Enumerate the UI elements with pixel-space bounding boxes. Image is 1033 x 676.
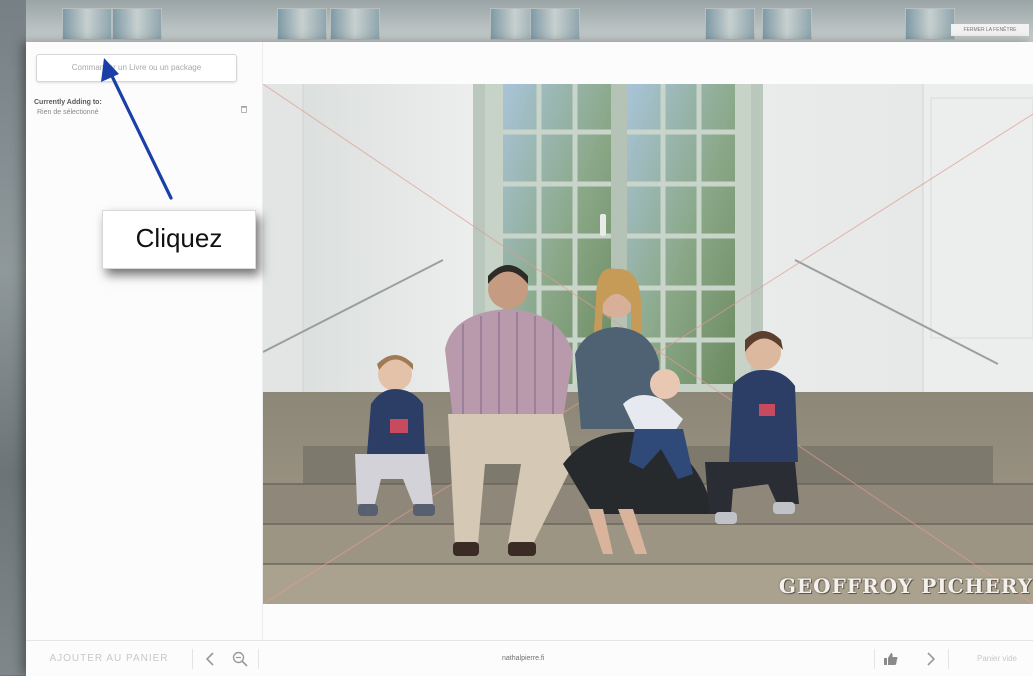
tutorial-arrow-icon (101, 58, 173, 200)
tutorial-callout: Cliquez (102, 210, 256, 269)
